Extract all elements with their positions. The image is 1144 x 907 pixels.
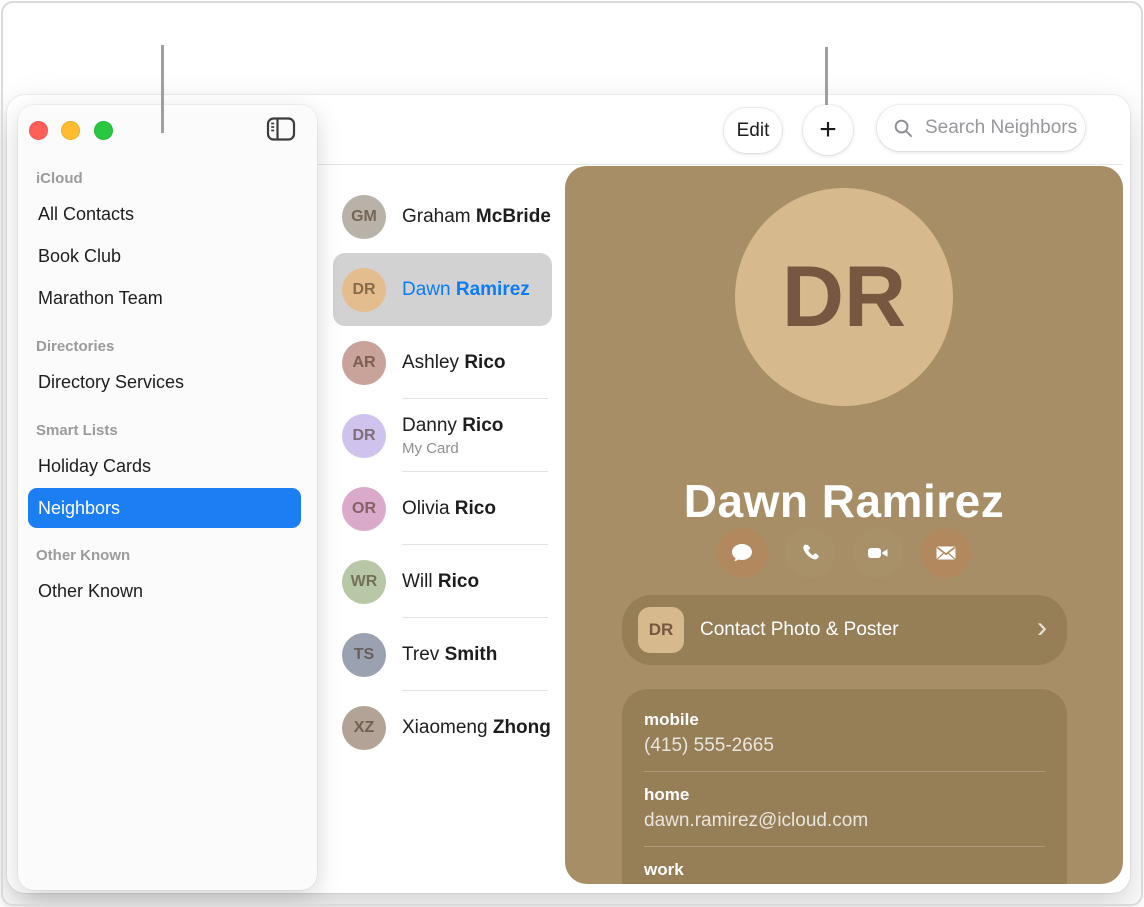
search-icon (893, 118, 914, 139)
list-item-danny-rico[interactable]: DR Danny Rico My Card (333, 399, 552, 472)
first-name: Olivia (402, 498, 450, 519)
contact-detail-pane: DR Dawn Ramirez (565, 166, 1123, 884)
sidebar-toggle-icon[interactable] (266, 116, 296, 142)
first-name: Dawn (402, 279, 451, 300)
avatar: AR (342, 341, 386, 385)
last-name: Zhong (493, 717, 550, 738)
first-name: Ashley (402, 352, 459, 373)
first-name: Graham (402, 206, 471, 227)
message-button[interactable] (717, 528, 767, 578)
avatar: GM (342, 195, 386, 239)
poster-thumbnail: DR (638, 607, 684, 653)
field-mobile: mobile (415) 555-2665 (644, 697, 1045, 771)
last-name: Rico (464, 352, 505, 373)
sidebar-lists: iCloud All Contacts Book Club Marathon T… (18, 105, 317, 612)
field-work-email: work hello@veggiscape.com (644, 846, 1045, 884)
mail-button[interactable] (921, 528, 971, 578)
list-item-will-rico[interactable]: WR Will Rico (333, 545, 552, 618)
zoom-icon[interactable] (94, 121, 113, 140)
list-item-trev-smith[interactable]: TS Trev Smith (333, 618, 552, 691)
callout-line-add-button (825, 47, 828, 105)
sidebar-section-icloud: iCloud (36, 163, 301, 193)
sidebar-section-other-known: Other Known (36, 540, 301, 570)
video-button[interactable] (853, 528, 903, 578)
sidebar-item-neighbors[interactable]: Neighbors (28, 488, 301, 528)
first-name: Trev (402, 644, 439, 665)
contact-photo[interactable]: DR (735, 188, 953, 406)
avatar: TS (342, 633, 386, 677)
sidebar-section-smart-lists: Smart Lists (36, 415, 301, 445)
add-contact-button[interactable]: + (803, 105, 853, 155)
minimize-icon[interactable] (61, 121, 80, 140)
my-card-label: My Card (402, 440, 550, 457)
sidebar-item-holiday-cards[interactable]: Holiday Cards (28, 445, 301, 487)
field-label: mobile (644, 710, 1045, 730)
list-item-dawn-ramirez[interactable]: DR Dawn Ramirez (333, 253, 552, 326)
avatar: DR (342, 414, 386, 458)
last-name: Ramirez (456, 279, 530, 300)
field-label: home (644, 785, 1045, 805)
contact-photo-poster-row[interactable]: DR Contact Photo & Poster › (622, 595, 1067, 665)
first-name: Will (402, 571, 433, 592)
list-item-graham-mcbride[interactable]: GM Graham McBride (333, 180, 552, 253)
avatar: XZ (342, 706, 386, 750)
contact-info-card: mobile (415) 555-2665 home dawn.ramirez@… (622, 689, 1067, 884)
last-name: Rico (462, 415, 503, 436)
search-input[interactable] (923, 116, 1087, 140)
sidebar-section-directories: Directories (36, 331, 301, 361)
phone-icon (799, 542, 822, 565)
list-item-olivia-rico[interactable]: OR Olivia Rico (333, 472, 552, 545)
close-icon[interactable] (29, 121, 48, 140)
contact-actions (565, 528, 1123, 578)
video-icon (866, 541, 890, 565)
sidebar-item-all-contacts[interactable]: All Contacts (28, 193, 301, 235)
edit-button[interactable]: Edit (724, 108, 782, 153)
sidebar-item-marathon-team[interactable]: Marathon Team (28, 277, 301, 319)
last-name: McBride (476, 206, 550, 227)
avatar: OR (342, 487, 386, 531)
chevron-right-icon: › (1037, 613, 1047, 643)
avatar: WR (342, 560, 386, 604)
last-name: Rico (438, 571, 479, 592)
sidebar-item-directory-services[interactable]: Directory Services (28, 361, 301, 403)
callout-line-sidebar (161, 45, 164, 133)
contacts-window: Edit + GM Graham McBride DR Dawn Ramirez… (7, 95, 1130, 893)
contact-name: Dawn Ramirez (565, 474, 1123, 528)
field-value[interactable]: dawn.ramirez@icloud.com (644, 810, 1045, 832)
list-item-ashley-rico[interactable]: AR Ashley Rico (333, 326, 552, 399)
search-field[interactable] (877, 105, 1085, 151)
mail-icon (934, 541, 958, 565)
last-name: Smith (445, 644, 498, 665)
contact-list: GM Graham McBride DR Dawn Ramirez AR Ash… (318, 165, 565, 892)
first-name: Xiaomeng (402, 717, 488, 738)
avatar: DR (342, 268, 386, 312)
sidebar-item-other-known[interactable]: Other Known (28, 570, 301, 612)
message-icon (730, 541, 754, 565)
field-value[interactable]: (415) 555-2665 (644, 735, 1045, 757)
call-button[interactable] (785, 528, 835, 578)
sidebar-item-book-club[interactable]: Book Club (28, 235, 301, 277)
first-name: Danny (402, 415, 457, 436)
poster-label: Contact Photo & Poster (700, 619, 1021, 641)
field-home-email: home dawn.ramirez@icloud.com (644, 771, 1045, 846)
sidebar: iCloud All Contacts Book Club Marathon T… (18, 105, 317, 890)
list-item-xiaomeng-zhong[interactable]: XZ Xiaomeng Zhong (333, 691, 552, 764)
last-name: Rico (455, 498, 496, 519)
field-label: work (644, 860, 1045, 880)
